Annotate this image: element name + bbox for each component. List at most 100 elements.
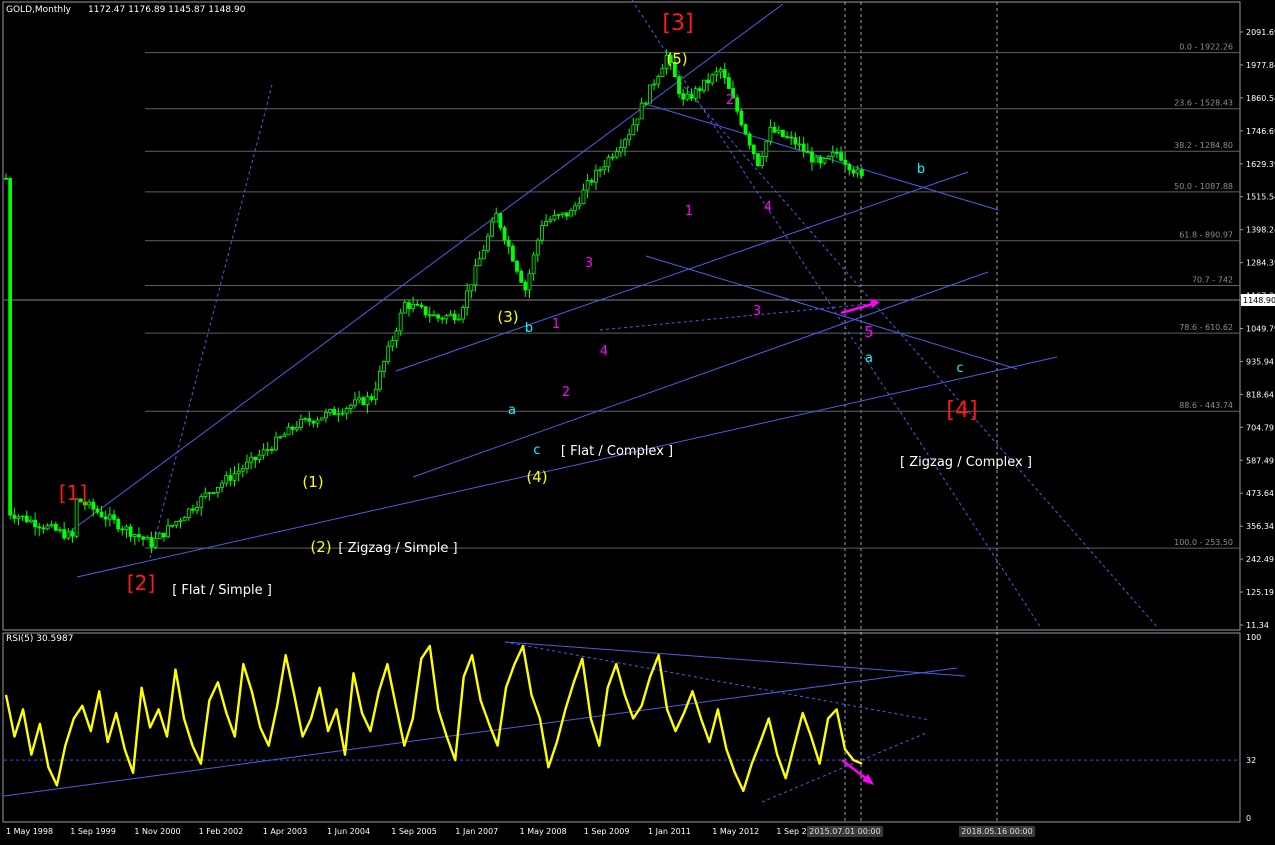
candle-body	[652, 83, 657, 86]
wave-label: c	[956, 361, 963, 376]
candle-body	[635, 118, 640, 126]
candle-body	[614, 151, 619, 158]
price-tick-label: 1977.84	[1246, 61, 1275, 70]
candle-body	[751, 144, 756, 155]
price-tick-label: 2091.69	[1246, 28, 1275, 37]
wave-label: [3]	[662, 11, 693, 36]
candle-body	[594, 169, 598, 183]
candle-body	[12, 514, 17, 519]
candle-body	[369, 396, 374, 400]
wave-label: 5	[864, 323, 874, 341]
candle-body	[415, 303, 420, 306]
chart-window: 0.0 - 1922.26 23.6 - 1528.43 38.2 - 1284.8…	[0, 0, 1275, 841]
candle-body	[95, 508, 100, 513]
candle-body	[182, 517, 187, 521]
candle-body	[510, 245, 515, 262]
candle-body	[764, 141, 769, 157]
candle-body	[149, 537, 154, 548]
candle-body	[215, 486, 220, 493]
candle-body	[835, 151, 839, 154]
candle-body	[606, 156, 611, 168]
candle-body	[689, 93, 694, 99]
wave-label: (1)	[302, 473, 323, 491]
wave-label: (5)	[666, 50, 687, 68]
candle-body	[261, 449, 266, 456]
time-tick-label: 1 Sep 20	[776, 827, 811, 836]
candle-body	[843, 159, 848, 165]
price-tick-label: 1746.69	[1246, 127, 1275, 136]
price-tick-label: 1860.54	[1246, 94, 1275, 103]
candle-body	[743, 124, 748, 135]
candle-body	[141, 536, 145, 540]
candle-body	[540, 225, 544, 241]
candle-body	[390, 340, 395, 347]
candle-body	[660, 67, 665, 77]
candle-body	[382, 361, 386, 372]
candle-body	[423, 306, 428, 316]
candle-body	[469, 284, 474, 292]
time-tick-label: 1 Jan 2007	[455, 827, 498, 836]
candle-body	[531, 254, 536, 275]
candle-body	[556, 214, 561, 217]
candle-body	[407, 302, 411, 309]
candle-body	[153, 538, 158, 548]
wave-label: 1	[552, 317, 560, 332]
candle-body	[174, 521, 179, 526]
rsi-title: RSI(5) 30.5987	[6, 634, 73, 644]
candle-body	[785, 136, 789, 138]
candle-body	[53, 523, 58, 531]
candle-body	[768, 126, 773, 142]
candle-body	[486, 235, 490, 251]
wave-label: [4]	[946, 398, 977, 423]
candle-body	[573, 205, 578, 211]
price-tick-label: 1049.79	[1246, 325, 1275, 334]
ohlc-readout: 1172.47 1176.89 1145.87 1148.90	[88, 5, 246, 15]
wave-label: 3	[585, 256, 593, 271]
candle-body	[693, 88, 698, 99]
wave-label: (2)	[310, 538, 331, 556]
candle-body	[58, 529, 62, 532]
candle-body	[710, 74, 715, 84]
wave-label: [ Flat / Simple ]	[172, 583, 272, 598]
wave-label: (3)	[497, 308, 518, 326]
candle-body	[161, 532, 166, 538]
candle-body	[257, 454, 262, 461]
time-marker-label: 2018.05.16 00:00	[961, 827, 1032, 836]
candle-body	[494, 213, 499, 223]
candle-body	[502, 227, 507, 241]
candle-body	[224, 475, 229, 484]
candle-body	[145, 537, 150, 540]
wave-label: a	[508, 403, 516, 418]
candle-body	[432, 314, 436, 317]
price-tick-label: 473.64	[1246, 489, 1274, 498]
candle-body	[793, 137, 798, 145]
wave-label: b	[525, 321, 533, 336]
wave-label: c	[533, 443, 540, 458]
time-tick-label: 1 Sep 2009	[584, 827, 630, 836]
candle-body	[618, 147, 623, 153]
candle-body	[847, 163, 852, 171]
price-tick-label: 11.34	[1246, 621, 1269, 630]
candle-body	[851, 169, 856, 174]
time-tick-label: 1 Jun 2004	[327, 827, 370, 836]
wave-label: 4	[764, 200, 772, 215]
candle-body	[839, 152, 843, 161]
candle-body	[128, 526, 133, 537]
candle-body	[344, 408, 349, 414]
candle-body	[577, 203, 582, 207]
wave-label: [ Zigzag / Simple ]	[338, 541, 457, 556]
candle-body	[697, 88, 702, 91]
candle-body	[560, 212, 565, 216]
time-marker-label: 2015.07.01 00:00	[809, 827, 880, 836]
candle-body	[253, 456, 258, 461]
wave-label: b	[917, 162, 925, 177]
candle-body	[274, 436, 278, 451]
candle-body	[452, 313, 457, 321]
time-tick-label: 1 May 2012	[712, 827, 759, 836]
candle-body	[564, 212, 569, 217]
candle-body	[112, 514, 116, 520]
candle-body	[336, 413, 341, 416]
candle-body	[859, 169, 864, 176]
time-tick-label: 1 May 2008	[520, 827, 567, 836]
candle-body	[45, 525, 50, 530]
